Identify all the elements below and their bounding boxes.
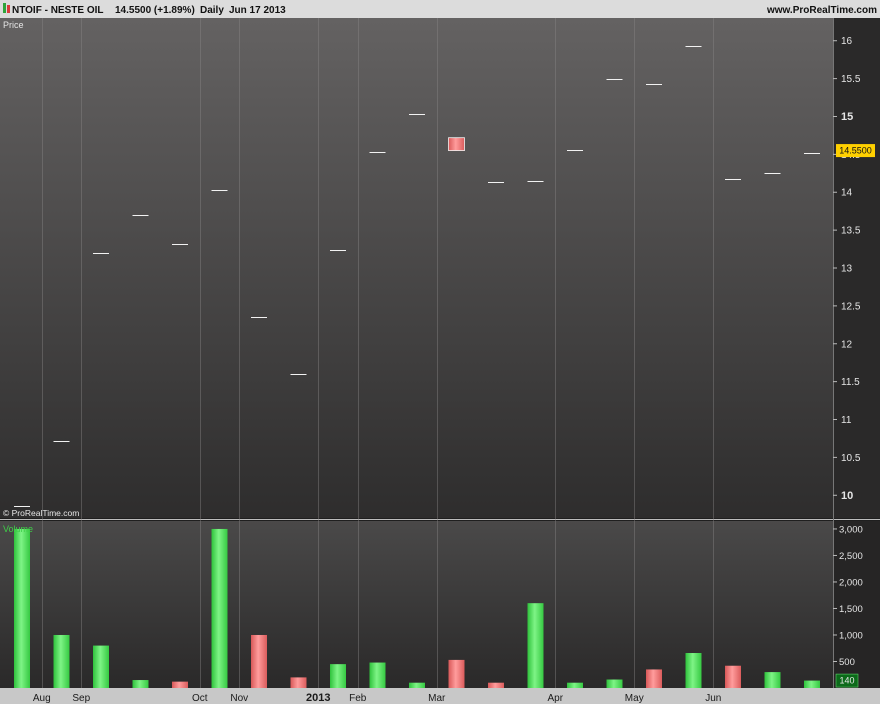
volume-bar-17 [685,653,702,688]
price-tick-label: 13.5 [841,226,861,237]
volume-bar-16 [646,669,662,688]
volume-bar-18 [725,665,741,688]
volume-bar-3 [132,680,149,688]
volume-bar-20 [804,680,820,688]
symbol-title: NTOIF - NESTE OIL [12,5,103,16]
header-red-icon [7,5,10,13]
volume-bar-1 [53,634,70,688]
time-label-Apr: Apr [547,693,563,704]
volume-bar-7 [290,677,307,688]
price-bar-11 [448,137,465,151]
price-tick-label: 10 [841,490,853,502]
price-panel [0,18,833,518]
time-label-Feb: Feb [349,693,367,704]
time-label-Oct: Oct [192,693,208,704]
time-label-2013: 2013 [306,692,330,704]
volume-bar-8 [330,664,346,688]
volume-bar-11 [448,659,465,688]
volume-bar-9 [369,662,386,688]
time-label-Mar: Mar [428,693,446,704]
volume-panel-label: Volume [3,524,33,534]
volume-tick-label: 2,500 [839,551,863,562]
last-volume-value: 140 [839,676,854,686]
chart-canvas: NTOIF - NESTE OIL 14.5500 (+1.89%) Daily… [0,0,880,704]
price-tick-label: 13 [841,264,853,275]
site-link[interactable]: www.ProRealTime.com [766,5,877,16]
volume-bar-12 [488,682,504,688]
price-tick-label: 11.5 [841,377,860,388]
volume-panel [0,521,833,688]
time-label-Nov: Nov [230,693,248,704]
volume-bar-19 [764,672,781,688]
time-label-Aug: Aug [33,693,51,704]
time-label-Jun: Jun [705,693,721,704]
time-label-May: May [625,693,644,704]
watermark: © ProRealTime.com [3,508,79,518]
price-tick-label: 14 [841,188,853,199]
volume-tick-label: 1,000 [839,630,863,641]
volume-tick-label: 2,000 [839,577,863,588]
volume-tick-label: 500 [839,657,855,668]
volume-bar-0 [14,528,30,688]
price-tick-label: 12 [841,339,853,350]
price-tick-label: 15.5 [841,74,861,85]
volume-tick-label: 3,000 [839,524,863,535]
volume-bar-6 [251,634,267,688]
volume-bar-13 [527,603,544,688]
price-change: 14.5500 (+1.89%) [115,5,195,16]
volume-bar-5 [211,528,228,688]
price-tick-label: 16 [841,36,853,47]
volume-bar-14 [567,682,583,688]
volume-tick-label: 1,500 [839,604,863,615]
price-tick-label: 11 [841,415,852,426]
volume-bar-2 [93,645,109,688]
volume-bar-4 [172,681,188,688]
period-label: Daily [200,5,224,16]
price-panel-label: Price [3,20,24,30]
volume-bar-10 [409,682,425,688]
date-label: Jun 17 2013 [229,5,286,16]
time-label-Sep: Sep [72,693,90,704]
last-price-value: 14.5500 [839,146,872,156]
header-green-icon [3,3,6,13]
volume-bar-15 [606,679,623,688]
price-tick-label: 12.5 [841,301,861,312]
price-tick-label: 10.5 [841,453,861,464]
price-tick-label: 15 [841,111,853,123]
